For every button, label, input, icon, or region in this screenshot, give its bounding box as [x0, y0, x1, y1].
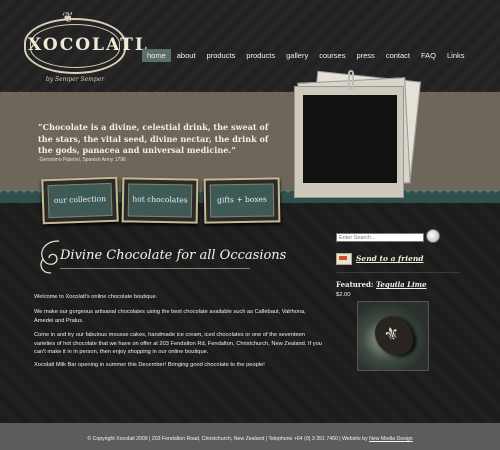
quote-text: “Chocolate is a divine, celestial drink,…	[38, 122, 269, 156]
photo-stack	[290, 70, 421, 210]
logo[interactable]: ❦ XOCOLATL by Semper Semper	[18, 10, 149, 86]
paperclip-icon	[348, 70, 354, 90]
crown-icon: ❦	[62, 10, 74, 26]
our-collection-button[interactable]: our collection	[41, 176, 119, 225]
nav-item-faq[interactable]: FAQ	[416, 49, 441, 62]
page-title: Divine Chocolate for all Occasions	[60, 248, 287, 263]
featured-heading: Featured: Tequila Lime	[336, 280, 427, 289]
quote-source: -Geronimo Piperini, Spanish Army 1796	[38, 157, 126, 163]
logo-tagline: by Semper Semper	[45, 76, 105, 83]
title-underline	[60, 268, 250, 269]
footer-copyright: © Copyright Xocolatl 2009 | 203 Fendalto…	[87, 436, 370, 442]
main-nav: home about products products gallery cou…	[142, 49, 471, 62]
paragraph-milk-bar: Xocolatl Milk Bar opening in summer this…	[34, 362, 265, 368]
sidebar-divider	[336, 272, 460, 273]
nav-item-gallery[interactable]: gallery	[281, 49, 313, 62]
hot-chocolates-button[interactable]: hot chocolates	[121, 177, 199, 224]
nav-item-press[interactable]: press	[351, 49, 379, 62]
paragraph-chocolates: We make our gorgeous artisanal chocolate…	[34, 309, 306, 324]
search-icon[interactable]	[426, 229, 440, 243]
search-input[interactable]	[336, 233, 424, 242]
footer-credit-link[interactable]: New Media Design	[369, 436, 413, 442]
featured-product-link[interactable]: Tequila Lime	[376, 280, 427, 289]
nav-item-about[interactable]: about	[172, 49, 201, 62]
nav-item-products[interactable]: products	[202, 49, 241, 62]
paragraph-visit: Come in and try our fabulous mousse cake…	[34, 332, 322, 356]
footer-text: © Copyright Xocolatl 2009 | 203 Fendalto…	[0, 436, 500, 442]
photo-image	[303, 95, 397, 183]
paragraph-welcome: Welcome to Xocolatl's online chocolate b…	[34, 294, 158, 300]
tag-label: hot chocolates	[132, 194, 188, 205]
featured-price: $2.00	[336, 292, 351, 298]
nav-item-home[interactable]: home	[142, 49, 171, 62]
nav-item-products-2[interactable]: products	[241, 49, 280, 62]
header: ❦ XOCOLATL by Semper Semper home about p…	[0, 0, 500, 92]
envelope-icon	[336, 253, 352, 265]
band-scallop	[0, 88, 500, 96]
logo-text: XOCOLATL	[28, 35, 149, 55]
send-to-friend-link[interactable]: Send to a friend	[356, 254, 424, 263]
tag-label: gifts + boxes	[217, 194, 267, 205]
gifts-boxes-button[interactable]: gifts + boxes	[203, 177, 281, 224]
photo-front	[294, 86, 404, 198]
nav-item-courses[interactable]: courses	[314, 49, 350, 62]
nav-item-links[interactable]: Links	[442, 49, 470, 62]
tag-label: our collection	[53, 194, 107, 205]
featured-product-image[interactable]: ⚜	[357, 301, 429, 371]
nav-item-contact[interactable]: contact	[381, 49, 415, 62]
featured-label: Featured:	[336, 280, 374, 289]
